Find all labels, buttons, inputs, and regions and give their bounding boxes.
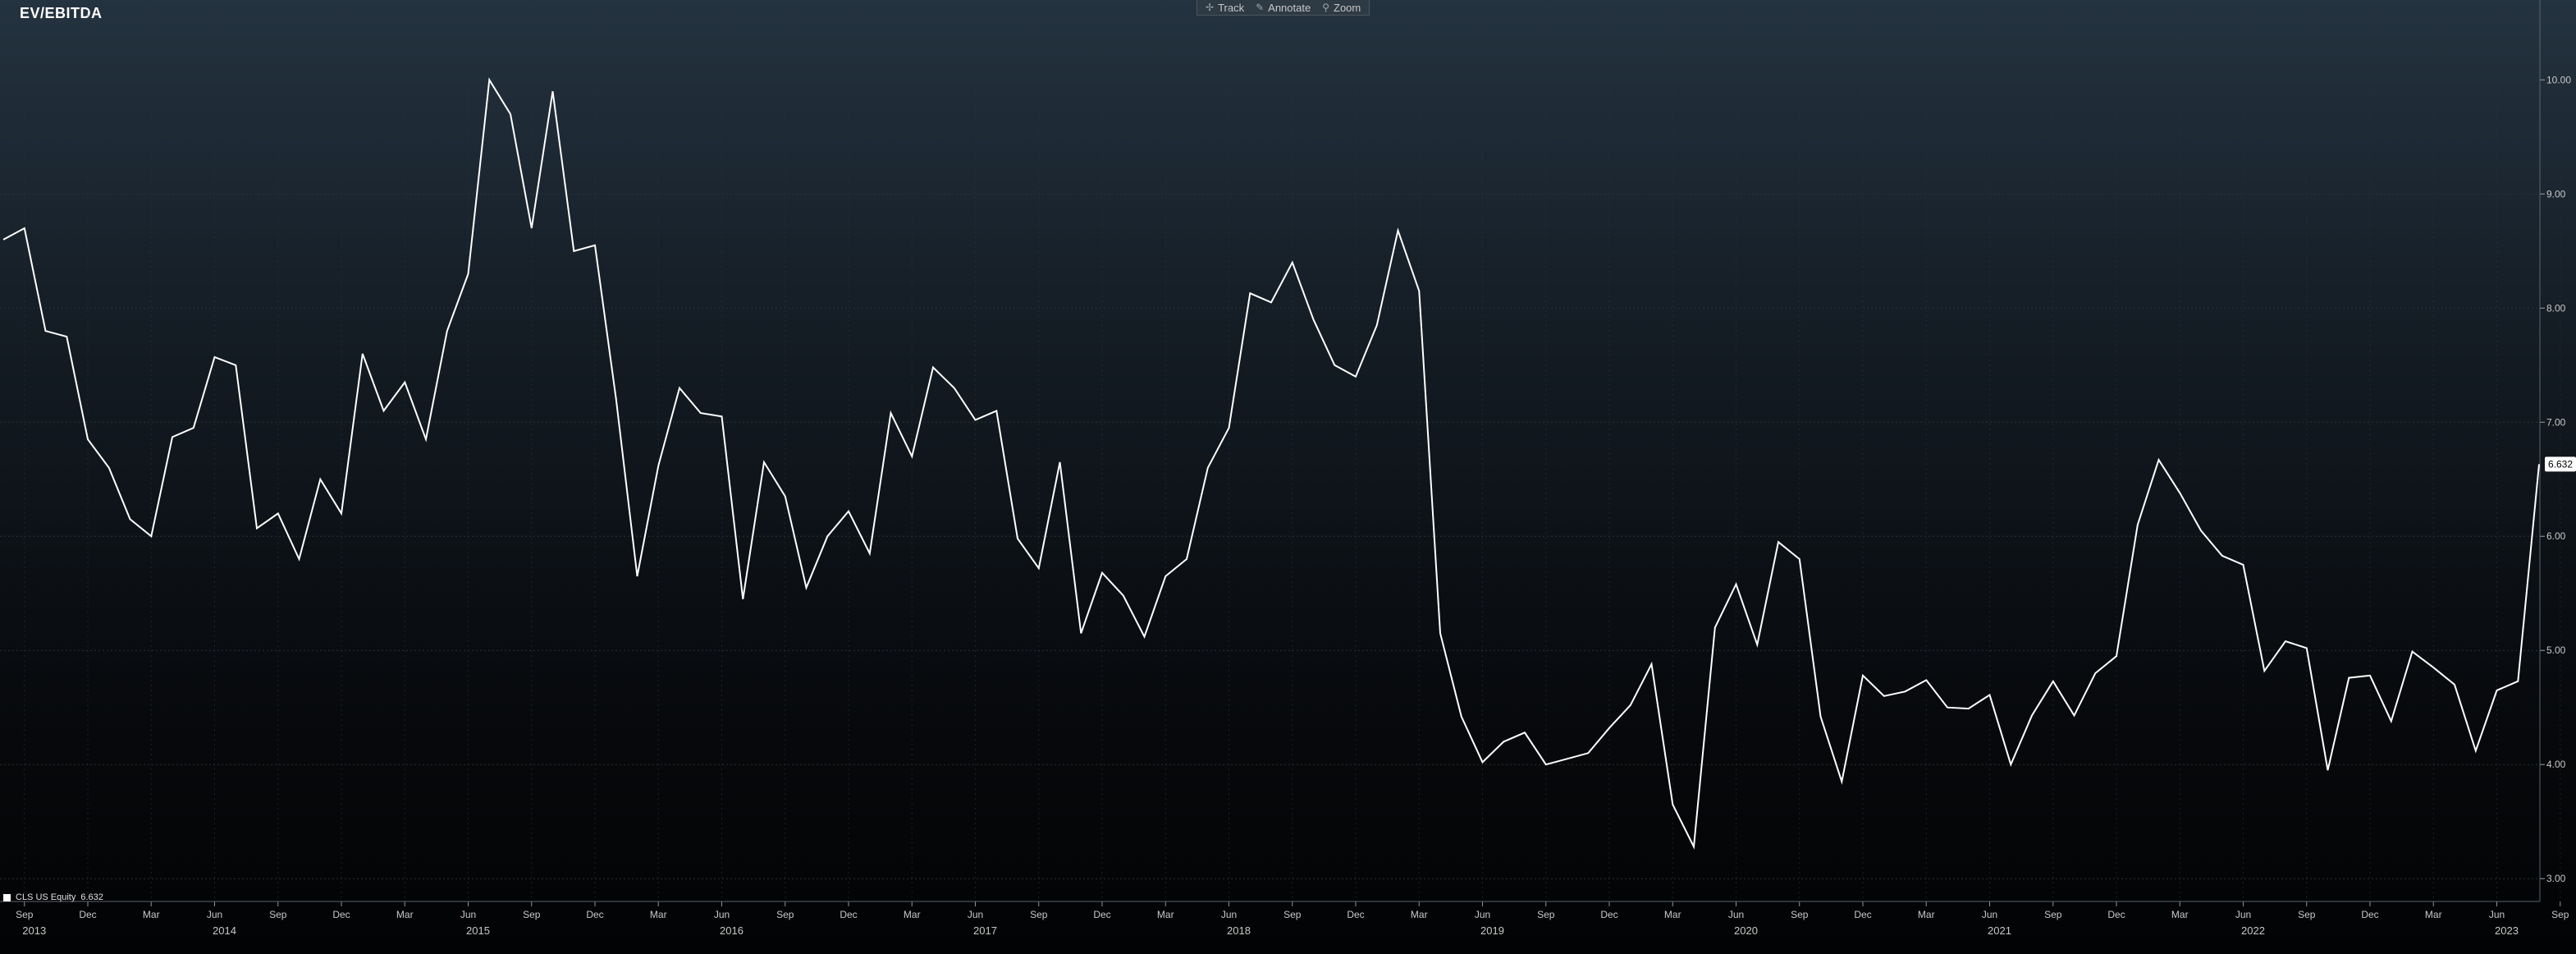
x-month-label: Dec <box>79 909 96 920</box>
y-tick-label: 3.00 <box>2546 873 2566 884</box>
x-month-label: Sep <box>16 909 34 920</box>
x-month-label: Sep <box>2298 909 2316 920</box>
x-month-label: Jun <box>1728 909 1744 920</box>
x-month-label: Sep <box>2044 909 2062 920</box>
x-year-label: 2019 <box>1480 924 1504 937</box>
x-month-label: Sep <box>1537 909 1555 920</box>
x-month-label: Jun <box>460 909 476 920</box>
chart-plot[interactable]: 3.00 4.00 5.00 6.00 7.00 8.00 9.00 10.00 Sep Dec M… <box>0 0 2576 954</box>
x-year-label: 2016 <box>720 924 744 937</box>
x-month-label: Mar <box>904 909 921 920</box>
x-month-label: Dec <box>586 909 603 920</box>
x-month-label: Mar <box>1918 909 1935 920</box>
series-line-cls <box>2 77 2540 850</box>
x-month-label: Mar <box>143 909 160 920</box>
x-year-label: 2023 <box>2495 924 2519 937</box>
last-value-label: 6.632 <box>2548 458 2573 470</box>
x-month-label: Mar <box>396 909 414 920</box>
legend-swatch <box>3 893 11 901</box>
legend-value: 6.632 <box>80 892 103 902</box>
x-month-label: Jun <box>2235 909 2251 920</box>
x-year-label: 2020 <box>1734 924 1758 937</box>
x-year-label: 2017 <box>973 924 997 937</box>
legend-label: CLS US Equity <box>16 892 76 902</box>
x-month-label: Jun <box>2489 909 2505 920</box>
y-tick-label: 5.00 <box>2546 644 2566 656</box>
x-year-label: 2022 <box>2241 924 2265 937</box>
x-month-label: Mar <box>2171 909 2189 920</box>
y-tick-label: 4.00 <box>2546 759 2566 770</box>
x-month-label: Dec <box>2361 909 2378 920</box>
x-month-label: Jun <box>968 909 983 920</box>
x-month-label: Mar <box>650 909 667 920</box>
y-tick-label: 8.00 <box>2546 302 2566 314</box>
x-month-label: Dec <box>1093 909 1110 920</box>
x-month-label: Mar <box>2425 909 2442 920</box>
x-year-label: 2013 <box>22 924 46 937</box>
x-year-label: 2015 <box>466 924 490 937</box>
x-month-label: Sep <box>1030 909 1048 920</box>
x-month-label: Dec <box>840 909 857 920</box>
chart-legend: CLS US Equity 6.632 <box>3 892 103 902</box>
x-month-label: Dec <box>332 909 350 920</box>
x-month-label: Jun <box>1982 909 1997 920</box>
x-month-label: Dec <box>1347 909 1364 920</box>
x-month-label: Mar <box>1411 909 1428 920</box>
y-tick-label: 10.00 <box>2546 74 2571 85</box>
x-month-label: Dec <box>1600 909 1617 920</box>
x-year-label: 2014 <box>213 924 236 937</box>
x-month-label: Jun <box>207 909 222 920</box>
y-tick-label: 6.00 <box>2546 530 2566 542</box>
x-month-label: Dec <box>1854 909 1871 920</box>
x-month-label: Sep <box>2551 909 2569 920</box>
x-month-label: Sep <box>776 909 794 920</box>
x-month-label: Dec <box>2107 909 2125 920</box>
x-month-label: Jun <box>1221 909 1237 920</box>
x-month-label: Sep <box>523 909 541 920</box>
y-tick-label: 9.00 <box>2546 188 2566 200</box>
x-month-label: Mar <box>1157 909 1174 920</box>
x-year-label: 2021 <box>1988 924 2011 937</box>
x-month-label: Sep <box>1791 909 1809 920</box>
y-tick-label: 7.00 <box>2546 416 2566 428</box>
x-month-label: Jun <box>714 909 730 920</box>
x-year-label: 2018 <box>1227 924 1251 937</box>
x-month-label: Jun <box>1475 909 1490 920</box>
x-month-label: Mar <box>1664 909 1681 920</box>
x-month-label: Sep <box>269 909 287 920</box>
x-month-label: Sep <box>1283 909 1302 920</box>
